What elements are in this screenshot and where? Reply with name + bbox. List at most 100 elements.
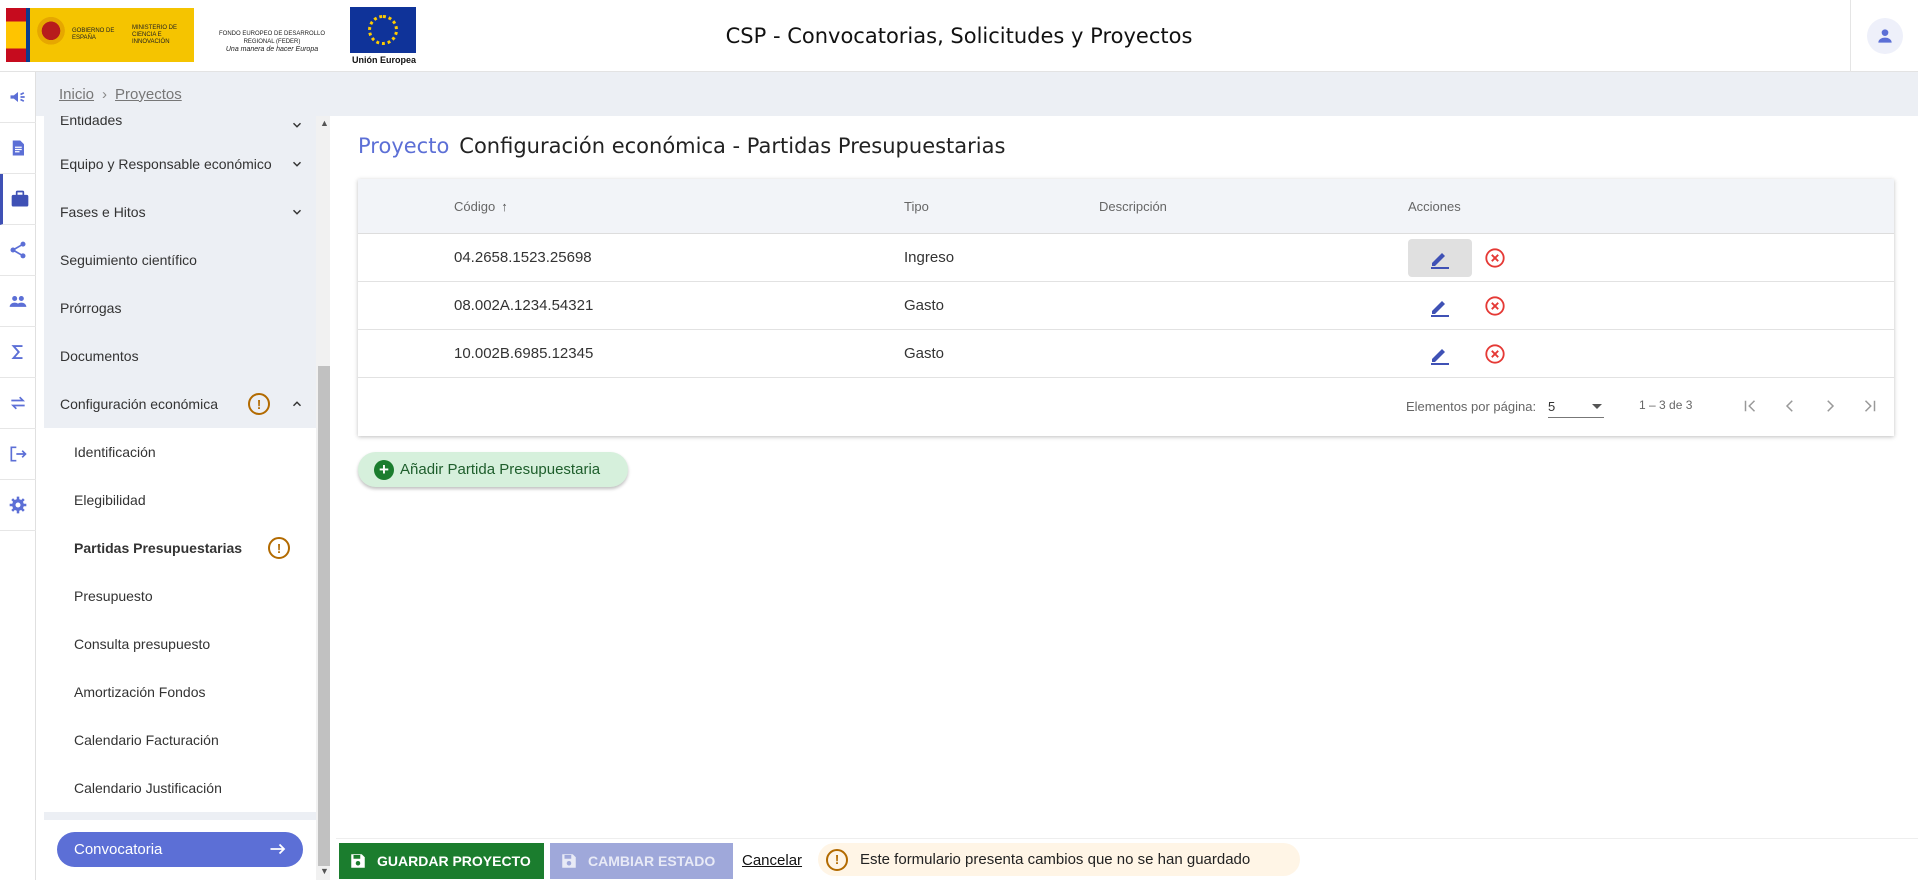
sidebar-subitem-consulta-presupuesto[interactable]: Consulta presupuesto <box>44 620 316 668</box>
page-range-label: 1 – 3 de 3 <box>1639 398 1693 412</box>
edit-button[interactable] <box>1408 335 1472 373</box>
gear-icon <box>9 496 27 514</box>
edit-button[interactable] <box>1408 287 1472 325</box>
module-rail <box>0 72 36 880</box>
rail-item-ajustes[interactable] <box>0 480 36 531</box>
sigma-icon <box>11 345 23 359</box>
next-page-button[interactable] <box>1818 394 1842 418</box>
user-icon <box>1877 29 1892 43</box>
sort-ascending-icon: ↑ <box>501 199 508 214</box>
warning-icon: ! <box>268 537 290 559</box>
sidebar-item-entidades[interactable]: Entidades <box>44 116 316 140</box>
sidebar-item-equipo[interactable]: Equipo y Responsable económico <box>44 140 316 188</box>
cell-codigo: 08.002A.1234.54321 <box>454 297 594 314</box>
rail-item-personas[interactable] <box>0 276 36 327</box>
column-header-descripcion[interactable]: Descripción <box>1099 199 1167 214</box>
column-header-codigo[interactable]: Código ↑ <box>454 199 508 214</box>
table-row: 04.2658.1523.25698 Ingreso <box>358 234 1894 282</box>
convocatoria-button[interactable]: Convocatoria <box>57 832 303 867</box>
page-size-select[interactable]: 5 <box>1548 396 1604 418</box>
first-page-button[interactable] <box>1738 394 1762 418</box>
column-header-tipo[interactable]: Tipo <box>904 199 929 214</box>
user-menu-button[interactable] <box>1850 0 1918 72</box>
sidebar-item-documentos[interactable]: Documentos <box>44 332 316 380</box>
sidebar-item-label: Calendario Justificación <box>74 780 222 796</box>
section-sidebar: Entidades Equipo y Responsable económico… <box>44 116 316 820</box>
change-state-button-label: CAMBIAR ESTADO <box>588 853 716 869</box>
scroll-up-arrow-icon[interactable]: ▲ <box>320 118 329 128</box>
breadcrumb: Inicio › Proyectos <box>36 72 1918 116</box>
share-icon <box>10 241 26 259</box>
add-partida-button[interactable]: + Añadir Partida Presupuestaria <box>358 452 628 487</box>
pencil-icon <box>1431 349 1449 365</box>
page-title-entity: Proyecto <box>358 134 450 158</box>
chevron-right-icon <box>1827 400 1835 412</box>
rail-item-share[interactable] <box>0 225 36 276</box>
sidebar-scrollbar-thumb[interactable] <box>318 366 330 866</box>
pencil-icon <box>1431 253 1449 269</box>
unsaved-changes-banner: ! Este formulario presenta cambios que n… <box>818 843 1300 876</box>
app-title: CSP - Convocatorias, Solicitudes y Proye… <box>725 24 1193 48</box>
cell-codigo: 10.002B.6985.12345 <box>454 345 594 362</box>
sidebar-item-label: Partidas Presupuestarias <box>74 540 243 556</box>
sidebar-item-label: Seguimiento científico <box>60 252 197 268</box>
delete-button[interactable] <box>1484 295 1506 317</box>
briefcase-icon <box>11 190 28 207</box>
sidebar-subitem-calendario-facturacion[interactable]: Calendario Facturación <box>44 716 316 764</box>
sidebar-subitem-identificacion[interactable]: Identificación <box>44 428 316 476</box>
save-icon <box>562 854 576 868</box>
sidebar-item-prorrogas[interactable]: Prórrogas <box>44 284 316 332</box>
last-page-button[interactable] <box>1858 394 1882 418</box>
table-row: 10.002B.6985.12345 Gasto <box>358 330 1894 378</box>
plus-circle-icon: + <box>374 459 394 480</box>
sidebar-subitem-amortizacion[interactable]: Amortización Fondos <box>44 668 316 716</box>
cell-tipo: Gasto <box>904 345 945 362</box>
action-footer: GUARDAR PROYECTO CAMBIAR ESTADO Cancelar… <box>336 838 1918 880</box>
sidebar-item-fases-hitos[interactable]: Fases e Hitos <box>44 188 316 236</box>
cell-codigo: 04.2658.1523.25698 <box>454 249 592 266</box>
edit-button[interactable] <box>1408 239 1472 277</box>
sidebar-item-label: Configuración económica <box>60 396 218 412</box>
rail-item-proyectos[interactable] <box>0 174 36 225</box>
sidebar-item-label: Entidades <box>60 116 123 128</box>
rail-item-salir[interactable] <box>0 429 36 480</box>
page-size-value: 5 <box>1548 399 1556 414</box>
sidebar-subitem-calendario-justificacion[interactable]: Calendario Justificación <box>44 764 316 812</box>
megaphone-icon <box>10 92 25 102</box>
first-page-icon <box>1744 400 1756 412</box>
rail-item-sumatorio[interactable] <box>0 327 36 378</box>
previous-page-button[interactable] <box>1778 394 1802 418</box>
paginator: Elementos por página: 5 1 – 3 de 3 <box>358 376 1894 436</box>
save-project-button[interactable]: GUARDAR PROYECTO <box>339 843 544 879</box>
delete-button[interactable] <box>1484 343 1506 365</box>
sidebar-item-configuracion-economica[interactable]: Configuración económica ! <box>44 380 316 428</box>
sidebar-item-label: Calendario Facturación <box>74 732 219 748</box>
app: GOBIERNO DE ESPAÑA MINISTERIO DE CIENCIA… <box>0 0 1918 880</box>
cancel-link[interactable]: Cancelar <box>742 852 802 869</box>
cell-tipo: Gasto <box>904 297 945 314</box>
last-page-icon <box>1864 400 1876 412</box>
sidebar-subitem-partidas-presupuestarias[interactable]: Partidas Presupuestarias ! <box>44 524 316 572</box>
page-title: Proyecto Configuración económica - Partid… <box>358 134 1005 158</box>
change-state-button[interactable]: CAMBIAR ESTADO <box>550 843 733 879</box>
chevron-left-icon <box>1785 400 1793 412</box>
sidebar-item-seguimiento[interactable]: Seguimiento científico <box>44 236 316 284</box>
sidebar-subitem-elegibilidad[interactable]: Elegibilidad <box>44 476 316 524</box>
rail-item-intercambio[interactable] <box>0 378 36 429</box>
sidebar-item-label: Amortización Fondos <box>74 684 206 700</box>
rail-item-convocatorias[interactable] <box>0 72 36 123</box>
warning-icon: ! <box>826 848 848 871</box>
pencil-icon <box>1431 301 1449 317</box>
chevron-down-icon <box>292 209 302 215</box>
sidebar-subitem-presupuesto[interactable]: Presupuesto <box>44 572 316 620</box>
breadcrumb-inicio[interactable]: Inicio <box>59 86 94 103</box>
rail-item-solicitudes[interactable] <box>0 123 36 174</box>
chevron-up-icon <box>292 401 302 407</box>
breadcrumb-proyectos[interactable]: Proyectos <box>115 86 182 103</box>
table-row: 08.002A.1234.54321 Gasto <box>358 282 1894 330</box>
main-content: Proyecto Configuración económica - Partid… <box>336 116 1918 838</box>
scroll-down-arrow-icon[interactable]: ▼ <box>320 866 329 876</box>
delete-button[interactable] <box>1484 247 1506 269</box>
save-project-button-label: GUARDAR PROYECTO <box>377 853 531 869</box>
sidebar-item-label: Fases e Hitos <box>60 204 146 220</box>
